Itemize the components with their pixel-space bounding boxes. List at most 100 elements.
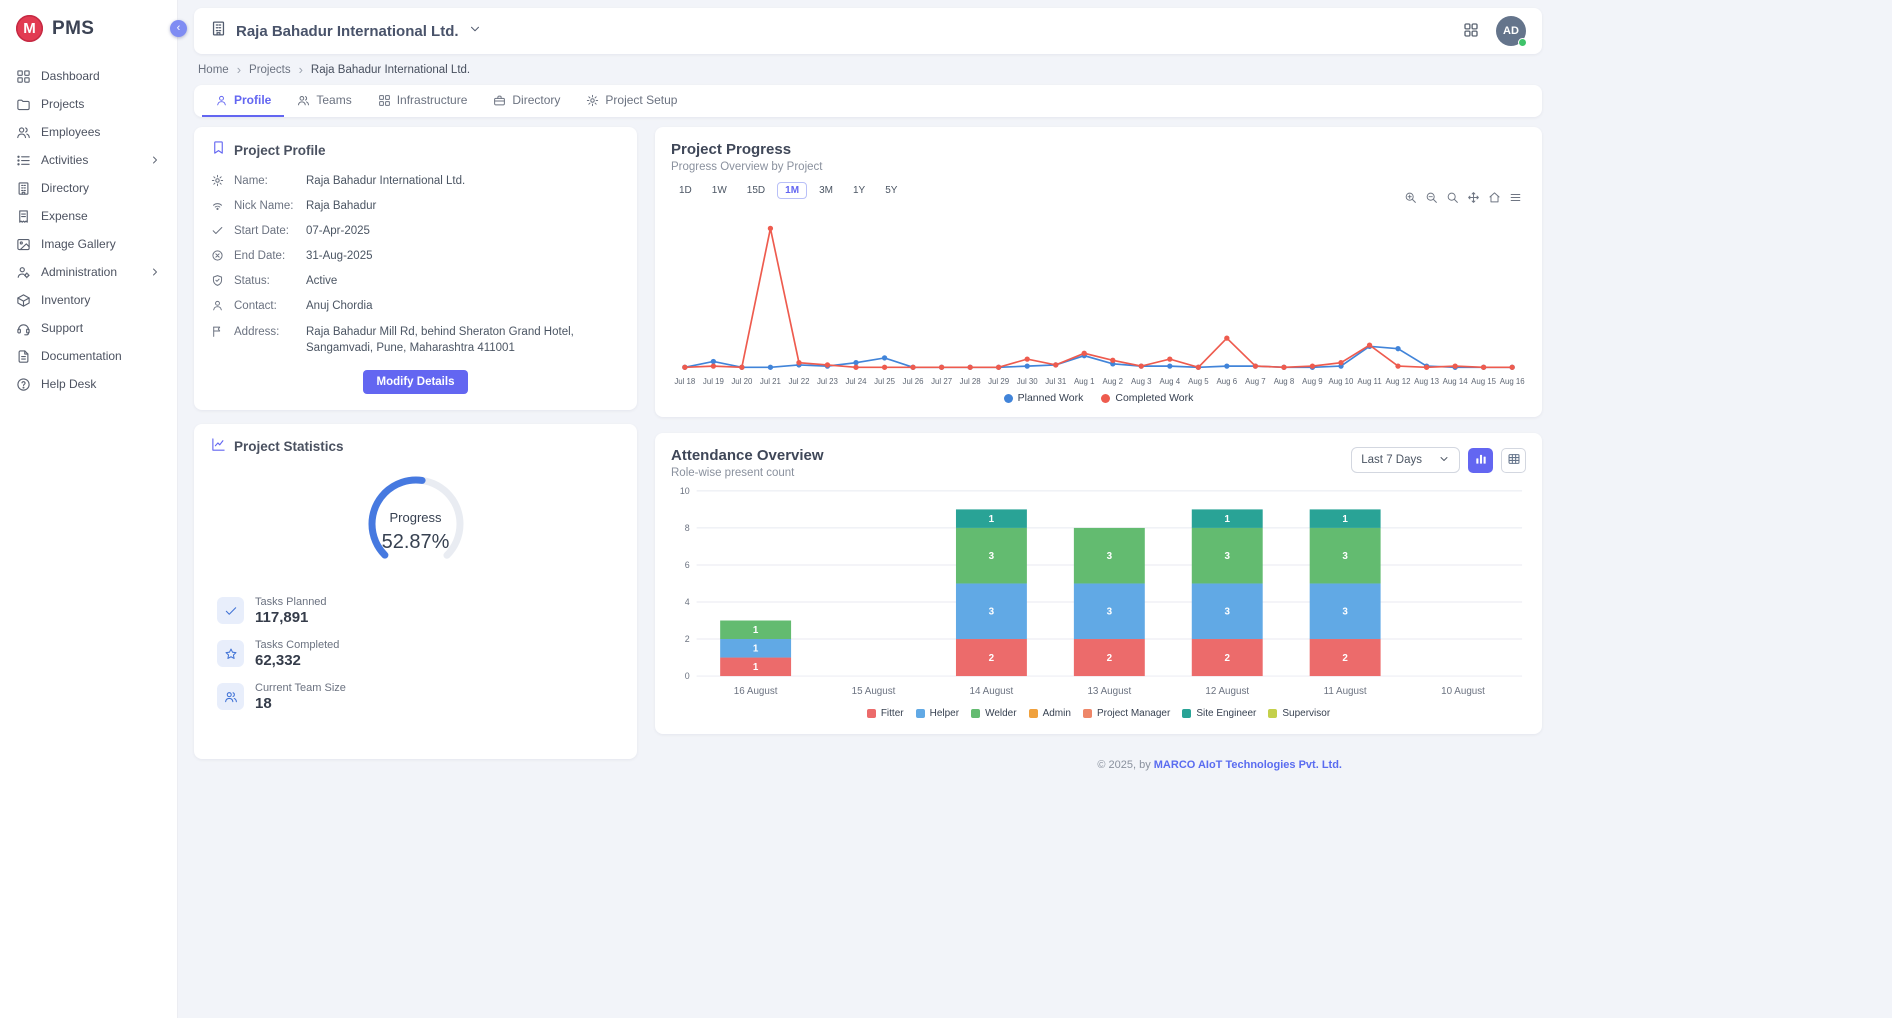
tab-project-setup[interactable]: Project Setup bbox=[573, 85, 690, 117]
range-button-1y[interactable]: 1Y bbox=[845, 182, 873, 199]
sidebar-item-dashboard[interactable]: Dashboard bbox=[0, 62, 177, 90]
svg-text:3: 3 bbox=[1342, 607, 1348, 618]
svg-text:Aug 1: Aug 1 bbox=[1074, 377, 1095, 386]
menu-button[interactable] bbox=[1509, 191, 1522, 204]
sidebar-item-support[interactable]: Support bbox=[0, 314, 177, 342]
legend-item-completed-work[interactable]: Completed Work bbox=[1101, 392, 1193, 404]
sidebar-item-label: Inventory bbox=[41, 293, 90, 307]
check-icon bbox=[224, 604, 238, 618]
sidebar-menu: DashboardProjectsEmployeesActivitiesDire… bbox=[0, 62, 177, 398]
tab-profile[interactable]: Profile bbox=[202, 85, 284, 117]
attendance-bar-chart[interactable]: 024681016 August11115 August14 August233… bbox=[671, 483, 1526, 708]
profile-field-name: Name:Raja Bahadur International Ltd. bbox=[211, 173, 620, 189]
sidebar-item-help-desk[interactable]: Help Desk bbox=[0, 370, 177, 398]
sidebar-item-activities[interactable]: Activities bbox=[0, 146, 177, 174]
legend-item-supervisor[interactable]: Supervisor bbox=[1268, 708, 1330, 719]
zoom-in-button[interactable] bbox=[1404, 191, 1417, 204]
range-button-1m[interactable]: 1M bbox=[777, 182, 807, 199]
search-button[interactable] bbox=[1446, 191, 1459, 204]
pan-button[interactable] bbox=[1467, 191, 1480, 204]
field-label: Name: bbox=[234, 173, 296, 189]
profile-field-nick-name: Nick Name:Raja Bahadur bbox=[211, 198, 620, 214]
support-icon bbox=[16, 321, 31, 336]
svg-text:2: 2 bbox=[1342, 653, 1348, 664]
svg-text:2: 2 bbox=[1225, 653, 1231, 664]
svg-text:2: 2 bbox=[1107, 653, 1113, 664]
svg-text:Aug 2: Aug 2 bbox=[1103, 377, 1124, 386]
legend-item-planned-work[interactable]: Planned Work bbox=[1004, 392, 1084, 404]
bar-chart-svg: 024681016 August11115 August14 August233… bbox=[671, 483, 1526, 708]
sidebar-item-expense[interactable]: Expense bbox=[0, 202, 177, 230]
svg-text:Jul 19: Jul 19 bbox=[703, 377, 724, 386]
legend-item-fitter[interactable]: Fitter bbox=[867, 708, 904, 719]
svg-text:3: 3 bbox=[1225, 607, 1231, 618]
range-button-1w[interactable]: 1W bbox=[704, 182, 735, 199]
breadcrumb-home[interactable]: Home bbox=[198, 64, 229, 76]
range-button-1d[interactable]: 1D bbox=[671, 182, 700, 199]
expense-icon bbox=[16, 209, 31, 224]
tab-infrastructure[interactable]: Infrastructure bbox=[365, 85, 481, 117]
profile-field-contact: Contact:Anuj Chordia bbox=[211, 298, 620, 314]
legend-label: Helper bbox=[930, 708, 959, 719]
sidebar-item-documentation[interactable]: Documentation bbox=[0, 342, 177, 370]
legend-item-welder[interactable]: Welder bbox=[971, 708, 1017, 719]
legend-item-site-engineer[interactable]: Site Engineer bbox=[1182, 708, 1256, 719]
table-view-button[interactable] bbox=[1501, 448, 1526, 473]
field-value: Raja Bahadur bbox=[306, 198, 620, 214]
legend-item-project-manager[interactable]: Project Manager bbox=[1083, 708, 1170, 719]
range-button-5y[interactable]: 5Y bbox=[877, 182, 905, 199]
svg-text:Aug 16: Aug 16 bbox=[1500, 377, 1526, 386]
svg-text:0: 0 bbox=[685, 671, 690, 681]
legend-label: Fitter bbox=[881, 708, 904, 719]
svg-text:Aug 4: Aug 4 bbox=[1160, 377, 1181, 386]
profile-field-start-date: Start Date:07-Apr-2025 bbox=[211, 223, 620, 239]
range-button-15d[interactable]: 15D bbox=[739, 182, 773, 199]
tab-teams[interactable]: Teams bbox=[284, 85, 364, 117]
sidebar-collapse-button[interactable]: ‹ bbox=[170, 20, 187, 37]
field-label: Contact: bbox=[234, 298, 296, 314]
svg-text:Aug 8: Aug 8 bbox=[1274, 377, 1295, 386]
app-logo[interactable]: M PMS bbox=[0, 0, 177, 62]
svg-text:16 August: 16 August bbox=[734, 686, 778, 697]
sidebar-item-image-gallery[interactable]: Image Gallery bbox=[0, 230, 177, 258]
progress-line-chart[interactable]: Jul 18Jul 19Jul 20Jul 21Jul 22Jul 23Jul … bbox=[671, 203, 1526, 392]
bookmark-icon bbox=[211, 140, 226, 155]
stat-value: 18 bbox=[255, 695, 346, 712]
svg-text:1: 1 bbox=[1225, 514, 1231, 525]
legend-item-helper[interactable]: Helper bbox=[916, 708, 959, 719]
avatar[interactable]: AD bbox=[1496, 16, 1526, 46]
sidebar-item-directory[interactable]: Directory bbox=[0, 174, 177, 202]
sidebar-item-employees[interactable]: Employees bbox=[0, 118, 177, 146]
sidebar-item-projects[interactable]: Projects bbox=[0, 90, 177, 118]
stat-label: Tasks Planned bbox=[255, 596, 327, 608]
svg-text:Jul 29: Jul 29 bbox=[988, 377, 1009, 386]
card-title: Project Progress bbox=[671, 141, 1526, 158]
home-button[interactable] bbox=[1488, 191, 1501, 204]
svg-text:Aug 11: Aug 11 bbox=[1357, 377, 1381, 386]
breadcrumb-current: Raja Bahadur International Ltd. bbox=[311, 64, 470, 76]
breadcrumb-projects[interactable]: Projects bbox=[249, 64, 291, 76]
legend-label: Admin bbox=[1043, 708, 1071, 719]
table-icon bbox=[1507, 452, 1521, 466]
line-chart-legend: Planned Work Completed Work bbox=[671, 392, 1526, 404]
range-button-3m[interactable]: 3M bbox=[811, 182, 841, 199]
bar-chart-icon bbox=[1474, 452, 1488, 466]
modify-details-button[interactable]: Modify Details bbox=[363, 370, 469, 394]
apps-grid-button[interactable] bbox=[1462, 21, 1480, 42]
svg-text:3: 3 bbox=[1342, 551, 1348, 562]
stat-value: 117,891 bbox=[255, 609, 327, 626]
sidebar-item-inventory[interactable]: Inventory bbox=[0, 286, 177, 314]
svg-text:Jul 26: Jul 26 bbox=[903, 377, 925, 386]
stat-icon-box bbox=[217, 597, 244, 624]
tab-directory[interactable]: Directory bbox=[480, 85, 573, 117]
legend-item-admin[interactable]: Admin bbox=[1029, 708, 1071, 719]
company-link[interactable]: MARCO AIoT Technologies Pvt. Ltd. bbox=[1154, 759, 1342, 771]
chart-icon bbox=[211, 437, 226, 452]
sidebar-item-administration[interactable]: Administration bbox=[0, 258, 177, 286]
date-range-select[interactable]: Last 7 Days bbox=[1351, 447, 1460, 473]
legend-marker bbox=[916, 709, 925, 718]
zoom-out-button[interactable] bbox=[1425, 191, 1438, 204]
chart-view-button[interactable] bbox=[1468, 448, 1493, 473]
legend-marker bbox=[971, 709, 980, 718]
company-selector[interactable]: Raja Bahadur International Ltd. bbox=[210, 20, 482, 42]
